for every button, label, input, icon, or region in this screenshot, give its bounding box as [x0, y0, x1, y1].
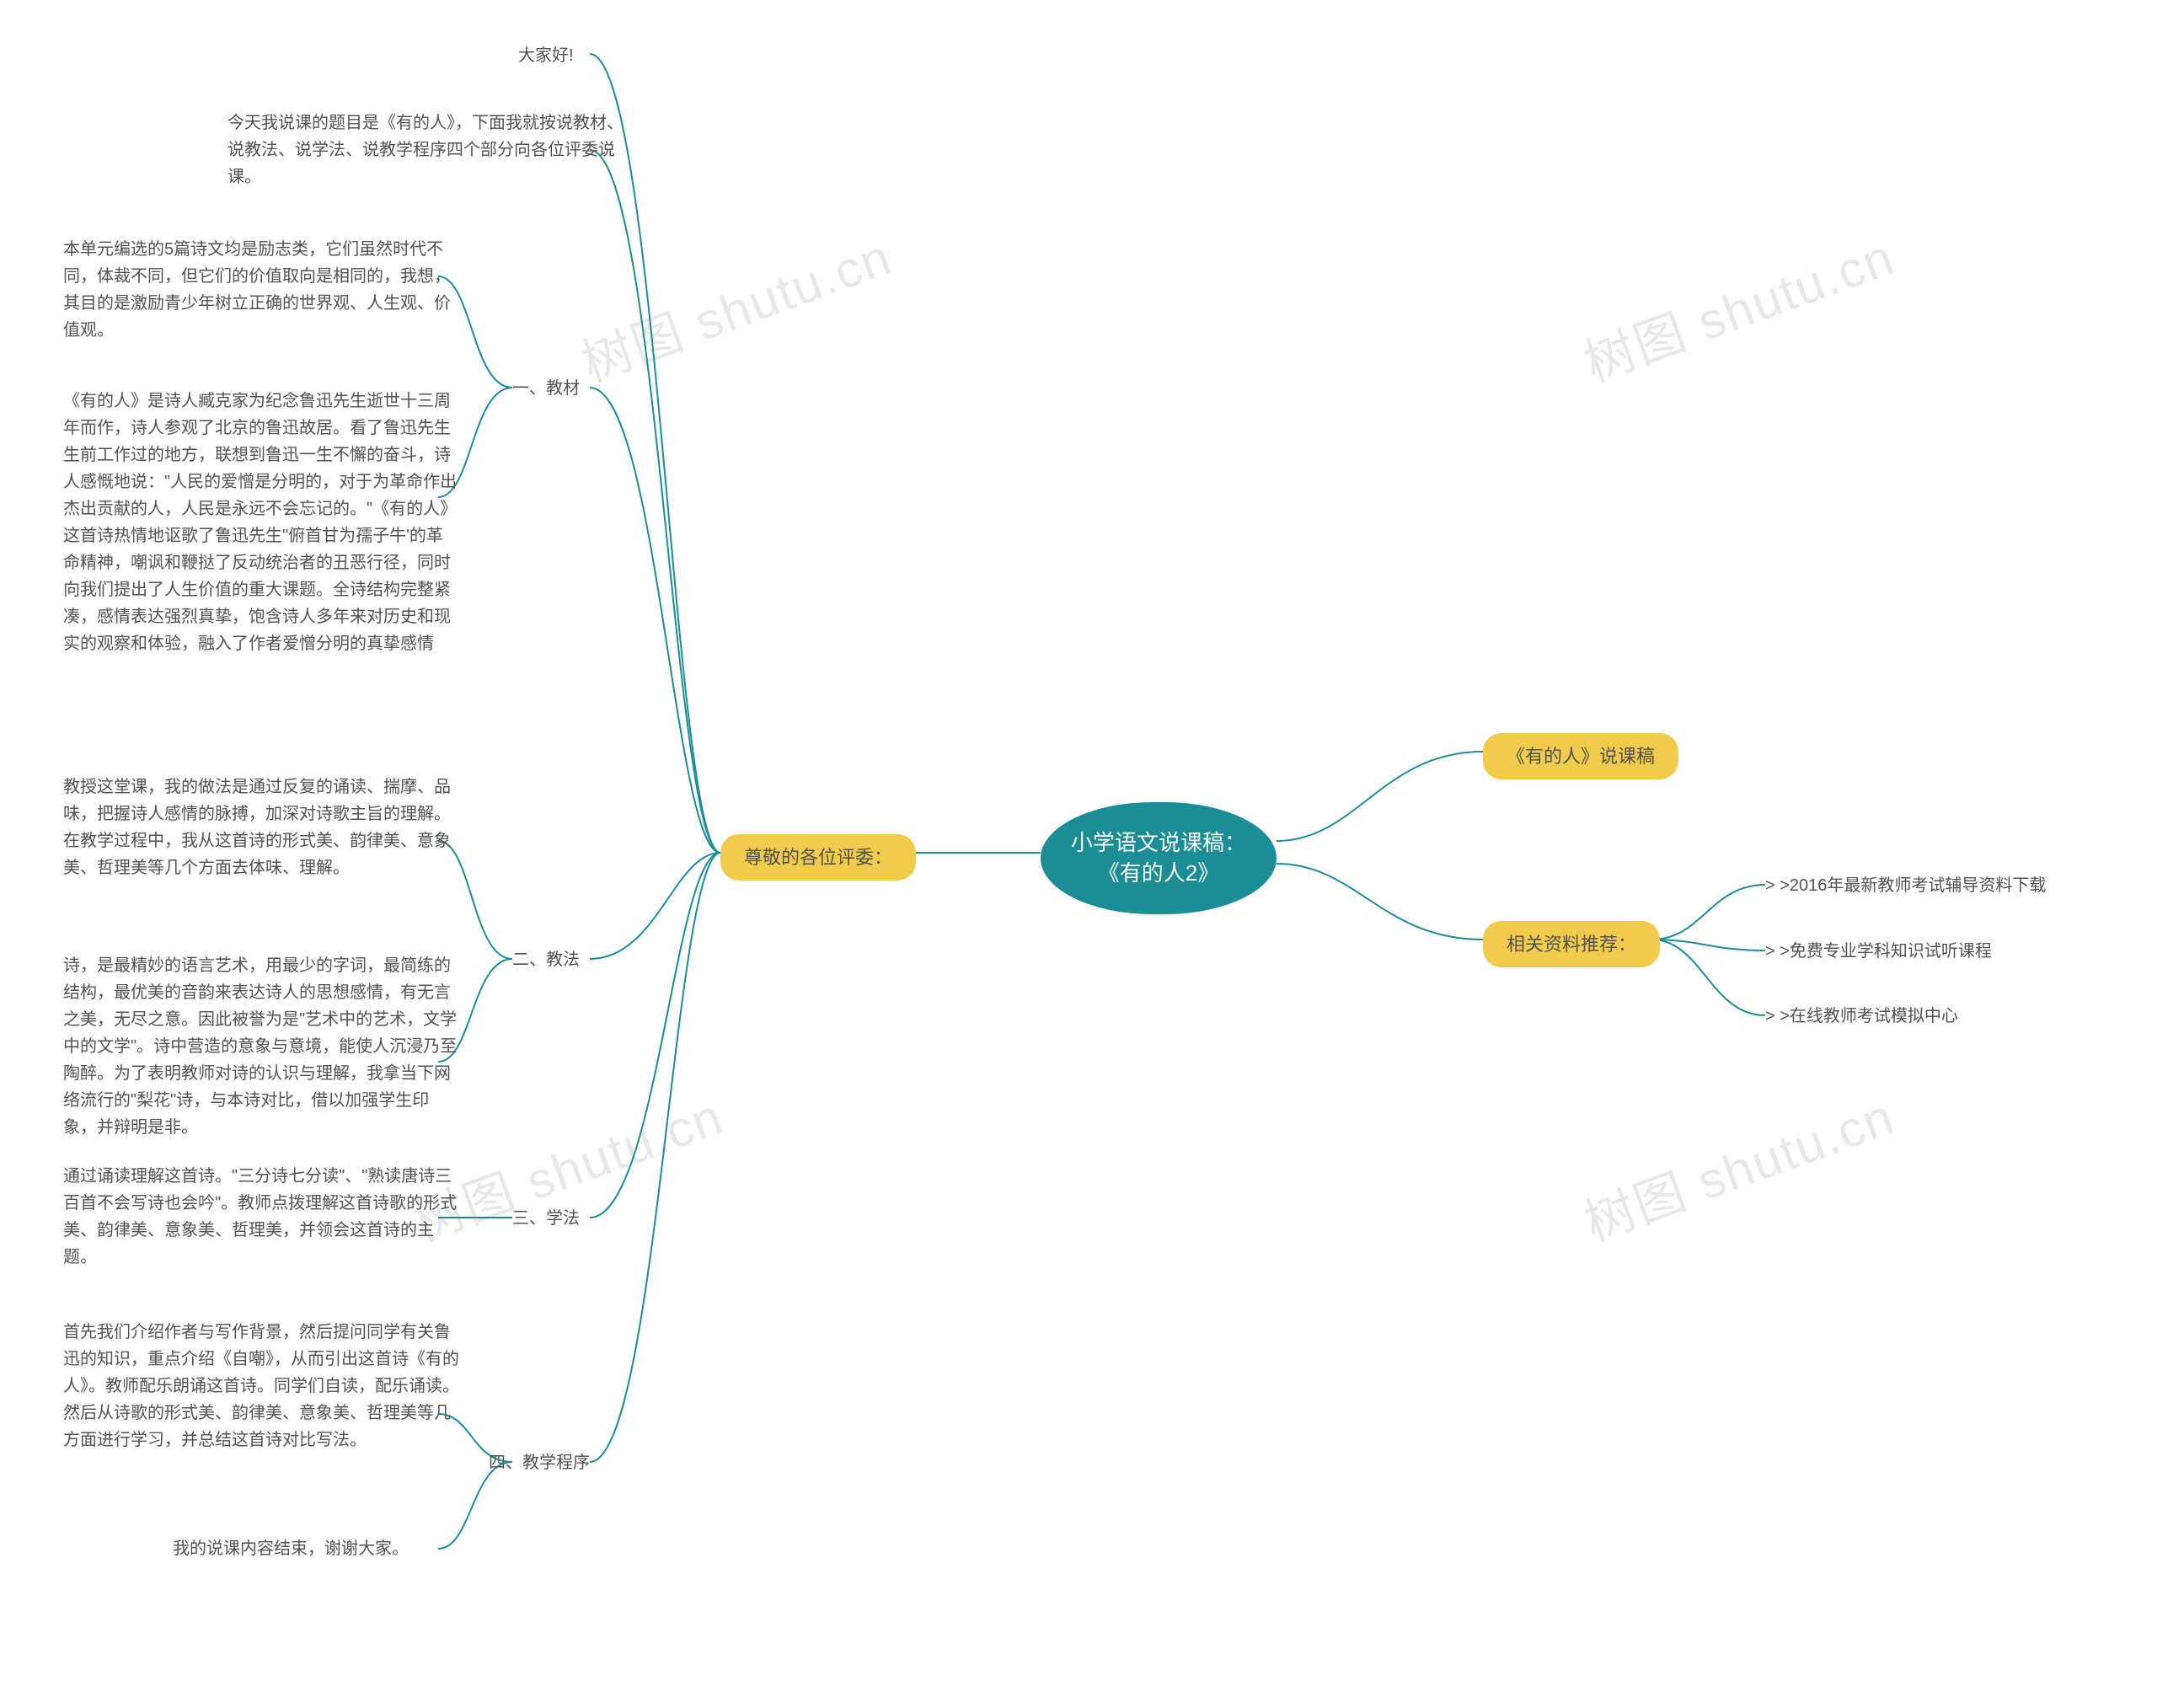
greeting-text: 大家好! [518, 42, 574, 69]
section-4-title[interactable]: 四、教学程序 [489, 1449, 590, 1476]
section-1-title[interactable]: 一、教材 [512, 375, 580, 402]
resource-link-2[interactable]: > >免费专业学科知识试听课程 [1765, 938, 1992, 965]
section-3-p1: 通过诵读理解这首诗。"三分诗七分读"、"熟读唐诗三百首不会写诗也会吟"。教师点拨… [63, 1163, 459, 1271]
section-2-p1: 教授这堂课，我的做法是通过反复的诵读、揣摩、品味，把握诗人感情的脉搏，加深对诗歌… [63, 774, 459, 881]
resource-link-1[interactable]: > >2016年最新教师考试辅导资料下载 [1765, 872, 2046, 899]
right-branch-1[interactable]: 《有的人》说课稿 [1483, 733, 1678, 779]
watermark: 树图 shutu.cn [570, 217, 901, 397]
section-3-title[interactable]: 三、学法 [512, 1205, 580, 1232]
left-branch-topic[interactable]: 尊敬的各位评委： [720, 834, 916, 881]
intro-text: 今天我说课的题目是《有的人》，下面我就按说教材、说教法、说学法、说教学程序四个部… [227, 110, 624, 190]
section-1-p1: 本单元编选的5篇诗文均是励志类，它们虽然时代不同，体裁不同，但它们的价值取向是相… [63, 236, 459, 344]
section-1-p2: 《有的人》是诗人臧克家为纪念鲁迅先生逝世十三周年而作，诗人参观了北京的鲁迅故居。… [63, 388, 459, 657]
watermark: 树图 shutu.cn [1573, 1076, 1903, 1256]
section-2-p2: 诗，是最精妙的语言艺术，用最少的字词，最简练的结构，最优美的音韵来表达诗人的思想… [63, 952, 459, 1141]
section-2-title[interactable]: 二、教法 [512, 946, 580, 973]
right-branch-2[interactable]: 相关资料推荐： [1483, 921, 1660, 967]
section-4-p2: 我的说课内容结束，谢谢大家。 [173, 1535, 409, 1562]
resource-link-3[interactable]: > >在线教师考试模拟中心 [1765, 1003, 1958, 1030]
section-4-p1: 首先我们介绍作者与写作背景，然后提问同学有关鲁迅的知识，重点介绍《自嘲》，从而引… [63, 1319, 459, 1454]
root-node[interactable]: 小学语文说课稿：《有的人2》 [1041, 802, 1277, 914]
watermark: 树图 shutu.cn [1573, 217, 1903, 397]
